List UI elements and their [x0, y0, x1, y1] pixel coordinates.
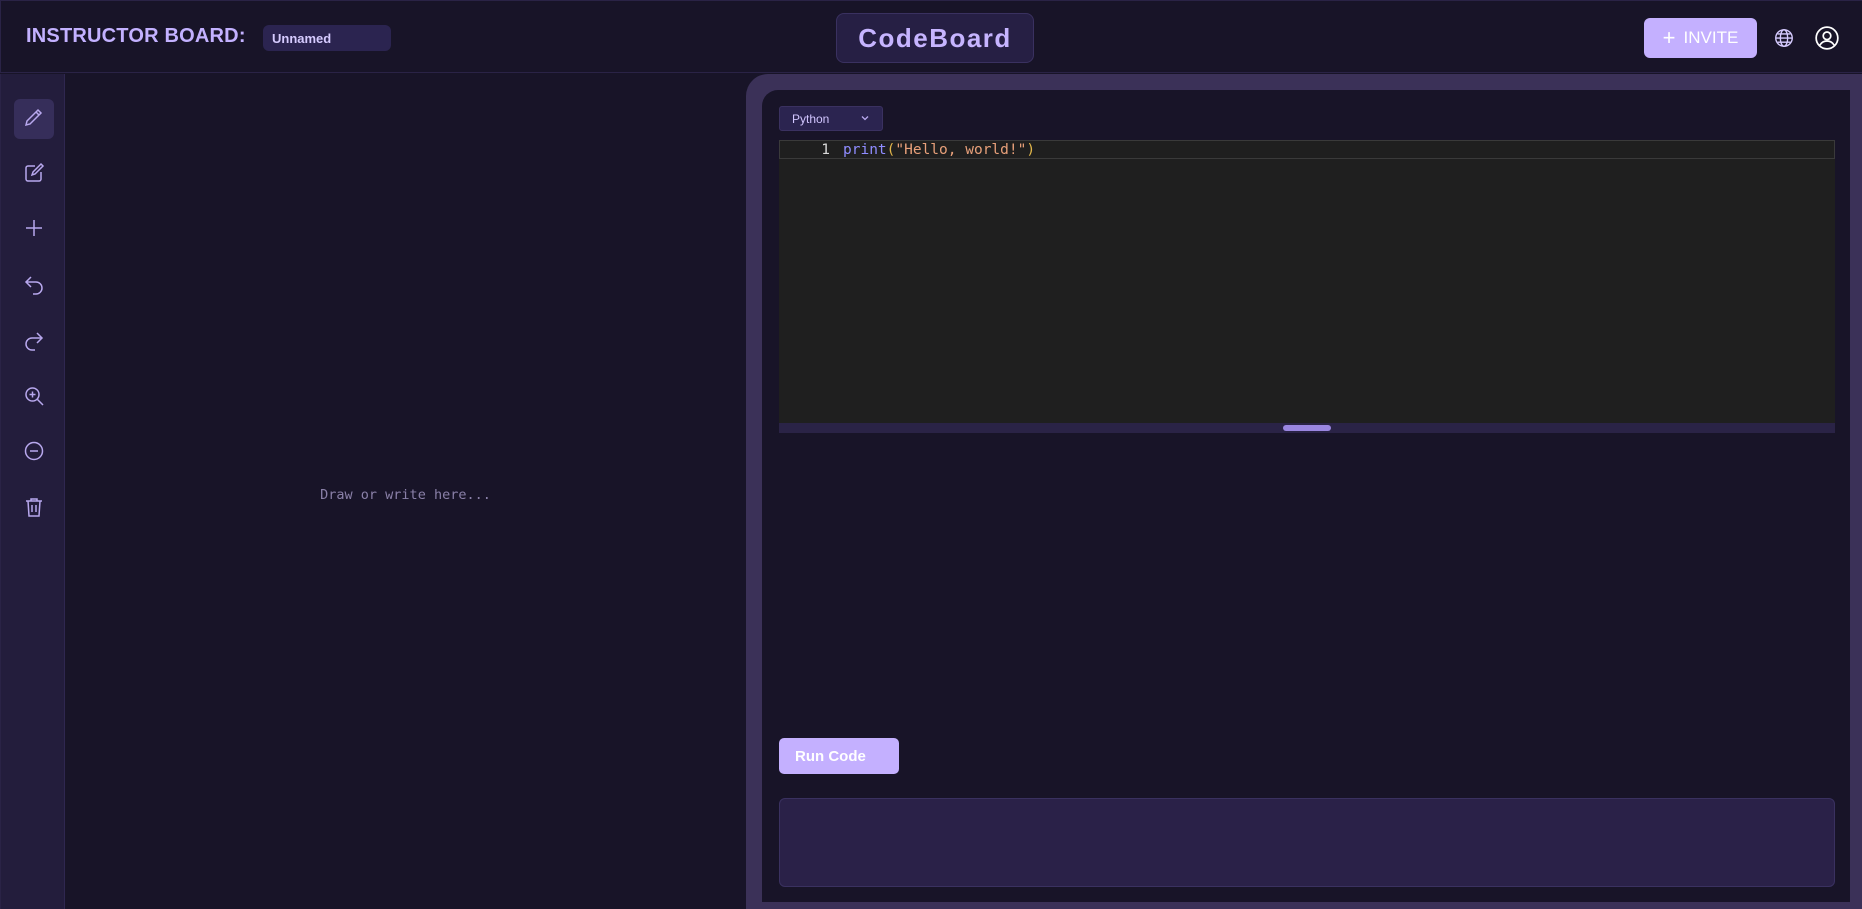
code-token-function: print	[843, 142, 887, 158]
tool-sidebar	[0, 74, 65, 909]
clear-button[interactable]	[14, 489, 54, 529]
drawing-canvas[interactable]: Draw or write here...	[65, 74, 746, 909]
invite-button[interactable]: + INVITE	[1644, 18, 1757, 58]
pencil-icon	[22, 105, 46, 134]
undo-icon	[22, 272, 46, 301]
text-tool-button[interactable]	[14, 155, 54, 195]
code-text: print("Hello, world!")	[843, 142, 1035, 158]
edit-icon	[22, 161, 46, 190]
add-tool-button[interactable]	[14, 210, 54, 250]
code-editor[interactable]: 1 print("Hello, world!")	[779, 140, 1835, 423]
board-label: INSTRUCTOR BOARD:	[26, 25, 246, 47]
zoom-in-button[interactable]	[14, 378, 54, 418]
zoom-out-button[interactable]	[14, 433, 54, 473]
line-number: 1	[821, 142, 830, 158]
board-name-input[interactable]	[263, 25, 391, 51]
codeboard-app: INSTRUCTOR BOARD: CodeBoard + INVITE	[0, 0, 1862, 909]
globe-icon[interactable]	[1771, 25, 1797, 51]
canvas-placeholder: Draw or write here...	[320, 487, 491, 503]
redo-icon	[22, 328, 46, 357]
redo-button[interactable]	[14, 322, 54, 362]
invite-label: INVITE	[1683, 28, 1739, 47]
output-console	[779, 798, 1835, 887]
trash-icon	[22, 495, 46, 524]
chevron-down-icon	[860, 112, 870, 126]
editor-resize-handle[interactable]	[779, 423, 1835, 433]
pen-tool-button[interactable]	[14, 99, 54, 139]
code-token-paren-close: )	[1026, 142, 1036, 158]
app-logo: CodeBoard	[836, 13, 1034, 63]
user-circle-icon[interactable]	[1814, 25, 1840, 51]
resize-grip[interactable]	[1283, 425, 1331, 431]
language-select[interactable]: Python	[779, 106, 883, 131]
plus-icon: +	[1662, 25, 1676, 50]
top-bar: INSTRUCTOR BOARD: CodeBoard + INVITE	[0, 0, 1862, 73]
zoom-in-icon	[22, 384, 46, 413]
plus-icon	[22, 216, 46, 245]
code-line[interactable]: 1 print("Hello, world!")	[779, 140, 1835, 159]
minus-circle-icon	[22, 439, 46, 468]
language-value: Python	[792, 111, 830, 126]
run-code-button[interactable]: Run Code	[779, 738, 899, 774]
code-token-string: "Hello, world!"	[895, 142, 1027, 158]
undo-button[interactable]	[14, 266, 54, 306]
